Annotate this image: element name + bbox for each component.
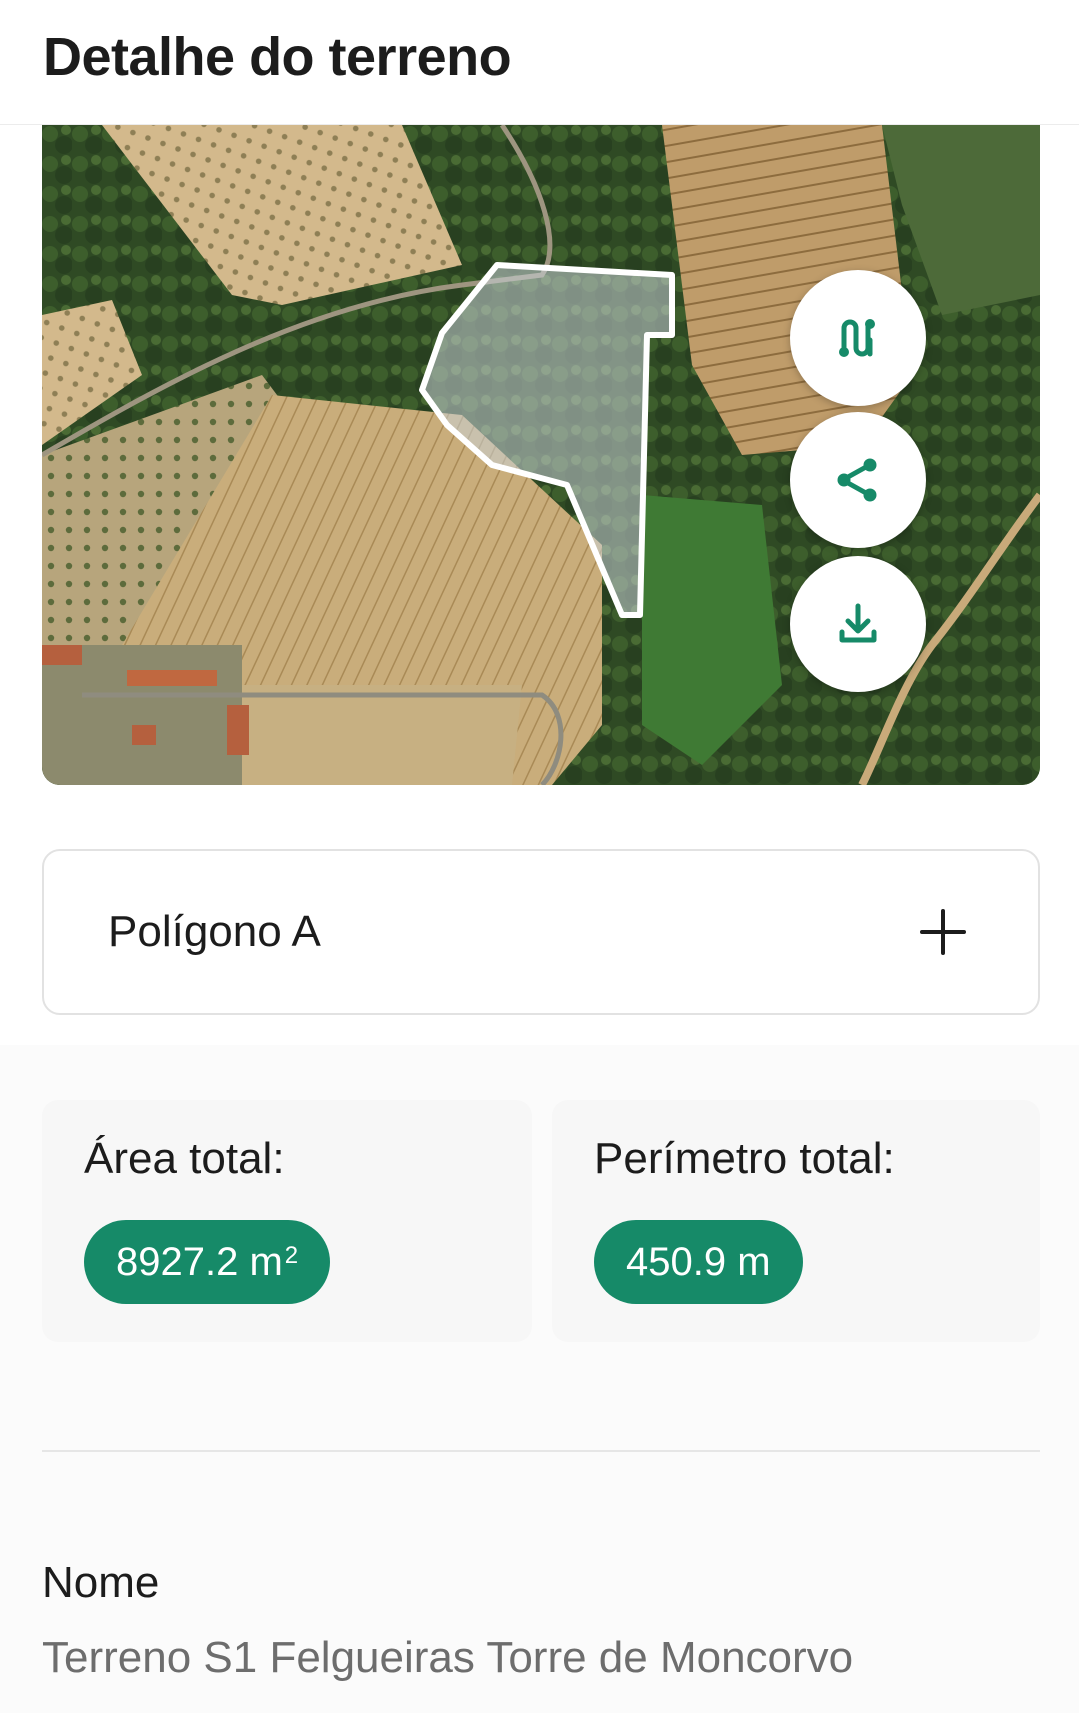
area-value-badge: 8927.2 m2 [84, 1220, 331, 1304]
area-stat-card: Área total: 8927.2 m2 [42, 1100, 532, 1342]
section-divider [42, 1450, 1040, 1452]
perimeter-value-badge: 450.9 m [594, 1220, 803, 1304]
perimeter-label: Perímetro total: [594, 1134, 895, 1183]
satellite-map[interactable] [42, 125, 1040, 785]
name-value: Terreno S1 Felgueiras Torre de Moncorvo [42, 1633, 854, 1682]
route-icon [839, 319, 875, 357]
area-label: Área total: [84, 1134, 285, 1183]
area-value: 8927.2 m [116, 1239, 283, 1284]
route-button[interactable] [790, 270, 926, 406]
plus-icon[interactable] [920, 909, 966, 955]
area-unit-exponent: 2 [284, 1242, 299, 1269]
download-button[interactable] [790, 556, 926, 692]
polygon-accordion[interactable]: Polígono A [42, 849, 1040, 1015]
app-header: Detalhe do terreno [0, 0, 1079, 125]
perimeter-stat-card: Perímetro total: 450.9 m [552, 1100, 1040, 1342]
download-icon [839, 603, 877, 643]
polygon-label: Polígono A [108, 907, 321, 956]
share-icon [837, 458, 877, 502]
name-label: Nome [42, 1558, 160, 1607]
perimeter-value: 450.9 m [626, 1239, 771, 1284]
page-title: Detalhe do terreno [43, 27, 512, 87]
share-button[interactable] [790, 412, 926, 548]
